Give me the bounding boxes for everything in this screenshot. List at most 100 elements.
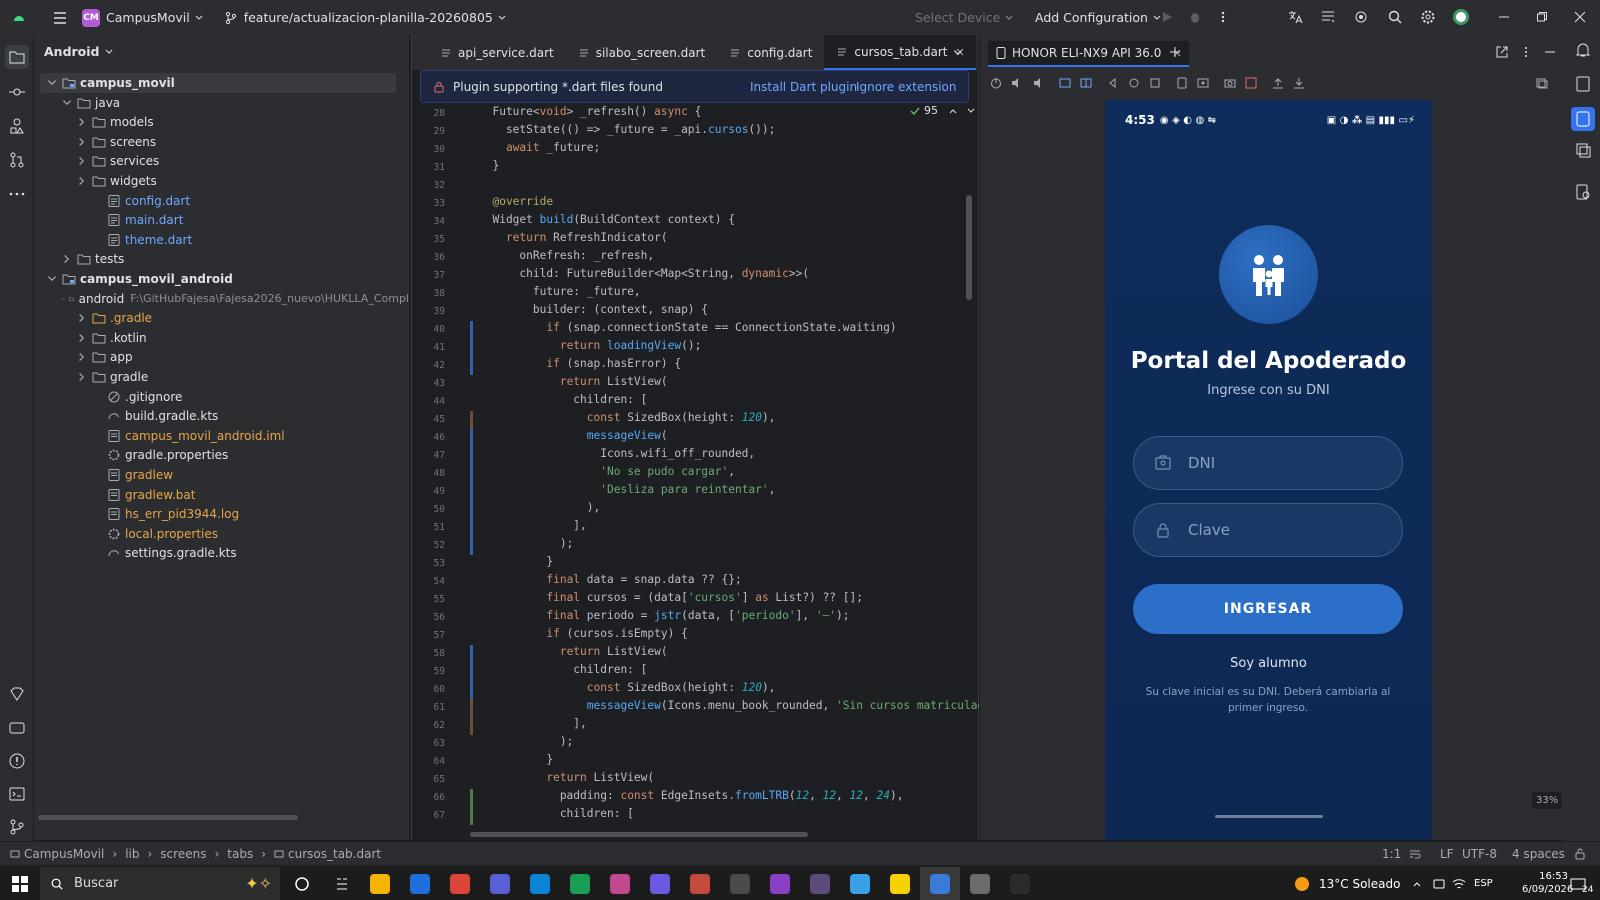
layout-inspector-icon[interactable]	[1245, 77, 1257, 89]
editor-tab[interactable]: silabo_screen.dart	[566, 35, 718, 70]
gear-icon[interactable]	[1420, 9, 1436, 25]
resource-manager-icon[interactable]	[8, 117, 26, 135]
change-marker[interactable]	[470, 681, 473, 699]
taskbar-app[interactable]	[560, 867, 600, 900]
tree-item[interactable]: theme.dart	[34, 230, 409, 250]
taskbar-app[interactable]	[960, 867, 1000, 900]
tree-item[interactable]: gradlew	[34, 465, 409, 485]
tree-item[interactable]: gradlew.bat	[34, 485, 409, 505]
wifi-icon[interactable]	[1452, 877, 1466, 891]
change-marker[interactable]	[470, 645, 473, 681]
horizontal-scrollbar[interactable]	[38, 815, 298, 820]
taskbar-app[interactable]	[680, 867, 720, 900]
close-icon[interactable]	[1574, 11, 1586, 23]
debug-icon[interactable]	[1188, 10, 1202, 24]
chevron-right-icon[interactable]	[76, 312, 88, 324]
chevron-down-icon[interactable]	[61, 97, 73, 109]
run-icon[interactable]	[1160, 10, 1174, 24]
vertical-scrollbar[interactable]	[966, 195, 972, 300]
tree-item[interactable]: .gradle	[34, 308, 409, 328]
dni-field[interactable]: DNI	[1133, 436, 1403, 490]
chevron-up-icon[interactable]	[948, 106, 958, 116]
taskbar-app[interactable]	[920, 867, 960, 900]
change-marker[interactable]	[470, 411, 473, 429]
chevron-right-icon[interactable]	[76, 175, 88, 187]
tree-item[interactable]: config.dart	[34, 191, 409, 211]
chevron-right-icon[interactable]	[76, 371, 88, 383]
widgets-icon[interactable]	[334, 876, 350, 892]
student-link[interactable]: Soy alumno	[1105, 656, 1432, 671]
chevron-down-icon[interactable]	[46, 273, 58, 285]
taskbar-search[interactable]: Buscar ✦✧	[40, 867, 280, 900]
horizontal-scrollbar[interactable]	[470, 832, 808, 837]
build-variants-icon[interactable]	[1320, 9, 1336, 25]
volume-up-icon[interactable]	[1011, 77, 1023, 89]
change-marker[interactable]	[470, 429, 473, 555]
breadcrumb-item[interactable]: CampusMovil	[24, 847, 104, 861]
device-tab[interactable]: HONOR ELI-NX9 API 36.0	[988, 41, 1190, 67]
running-devices-icon[interactable]	[1571, 107, 1595, 131]
tree-item[interactable]: main.dart	[34, 210, 409, 230]
task-view-icon[interactable]	[294, 876, 310, 892]
run-config-selector[interactable]: Add Configuration	[1035, 10, 1162, 25]
file-encoding[interactable]: UTF-8	[1462, 847, 1497, 861]
camera-icon[interactable]	[1224, 77, 1236, 89]
chevron-up-icon[interactable]	[1412, 879, 1422, 889]
windows-start-icon[interactable]	[12, 875, 28, 892]
more-vertical-icon[interactable]	[1216, 10, 1230, 24]
taskbar-app[interactable]	[640, 867, 680, 900]
tree-item[interactable]: gradle.properties	[34, 445, 409, 465]
device-selector[interactable]: Select Device	[915, 10, 1014, 25]
notification-center[interactable]: 24	[1570, 875, 1593, 895]
editor-tab[interactable]: config.dart	[717, 35, 824, 70]
add-icon[interactable]	[1169, 46, 1181, 58]
taskbar-app[interactable]	[760, 867, 800, 900]
taskbar-app[interactable]	[840, 867, 880, 900]
chevron-right-icon[interactable]	[76, 116, 88, 128]
tree-item[interactable]: .gitignore	[34, 387, 409, 407]
restore-icon[interactable]	[1536, 11, 1548, 23]
taskbar-app[interactable]	[360, 867, 400, 900]
install-plugin-link[interactable]: Install Dart plugin	[750, 80, 857, 94]
search-icon[interactable]	[1387, 9, 1403, 25]
minimize-icon[interactable]	[1498, 11, 1510, 23]
more-vertical-icon[interactable]	[1520, 46, 1532, 58]
taskbar-app[interactable]	[480, 867, 520, 900]
main-menu-icon[interactable]	[52, 10, 68, 26]
tree-item[interactable]: .kotlin	[34, 328, 409, 348]
project-folder-icon[interactable]	[5, 45, 29, 69]
rotate-right-icon[interactable]	[1080, 77, 1092, 89]
clipboard-icon[interactable]	[1536, 77, 1548, 89]
translate-icon[interactable]	[1287, 9, 1303, 25]
project-switcher[interactable]: CM CampusMovil	[82, 8, 204, 27]
tree-item[interactable]: campus_movil_android.iml	[34, 426, 409, 446]
taskbar-app[interactable]	[1000, 867, 1040, 900]
breadcrumb-item[interactable]: cursos_tab.dart	[288, 847, 381, 861]
taskbar-app[interactable]	[440, 867, 480, 900]
chevron-right-icon[interactable]	[76, 332, 88, 344]
taskbar-app[interactable]	[520, 867, 560, 900]
tree-item[interactable]: models	[34, 112, 409, 132]
tree-item[interactable]: app	[34, 347, 409, 367]
indent-setting[interactable]: 4 spaces	[1512, 847, 1565, 861]
plugins-icon[interactable]	[1353, 9, 1369, 25]
code-area[interactable]: 28 Future<void> _refresh() async {29 set…	[412, 105, 980, 840]
minimize-icon[interactable]	[1544, 46, 1556, 58]
tree-item[interactable]: java	[34, 93, 409, 113]
chevron-down-icon[interactable]	[952, 47, 964, 59]
overview-icon[interactable]	[1149, 77, 1161, 89]
chevron-right-icon[interactable]	[76, 155, 88, 167]
gradle-icon[interactable]	[1574, 75, 1592, 93]
gem-icon[interactable]	[8, 685, 26, 703]
login-button[interactable]: INGRESAR	[1133, 584, 1403, 634]
tree-item[interactable]: local.properties	[34, 524, 409, 544]
tree-item[interactable]: services	[34, 151, 409, 171]
inspection-widget[interactable]: 95	[909, 104, 976, 117]
password-field[interactable]: Clave	[1133, 503, 1403, 557]
clock[interactable]: 16:53 6/09/2026	[1522, 870, 1573, 896]
tree-item[interactable]: campus_movil_android	[34, 269, 409, 289]
breadcrumb-item[interactable]: tabs	[227, 847, 253, 861]
external-window-icon[interactable]	[1496, 46, 1508, 58]
phone-screen[interactable]: 4:53 ◉ ◈ ◐ ◍ ⇋ ▣ ◑ ⁂ ▤ ▮▮▮ ▭⚡ Portal del…	[1105, 100, 1432, 840]
change-marker[interactable]	[470, 699, 473, 735]
